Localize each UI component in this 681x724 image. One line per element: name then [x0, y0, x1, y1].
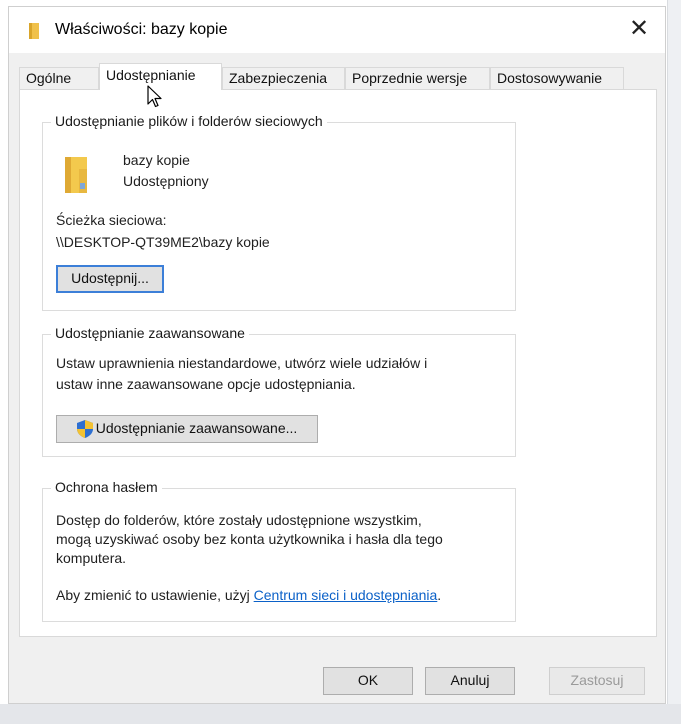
sharing-tab-panel: Udostępnianie plików i folderów sieciowy… — [19, 89, 657, 637]
password-protection-line-1: Dostęp do folderów, które zostały udostę… — [56, 512, 422, 528]
network-sharing-group: Udostępnianie plików i folderów sieciowy… — [42, 113, 516, 311]
change-setting-suffix: . — [437, 587, 442, 603]
tab-strip: Ogólne Udostępnianie Zabezpieczenia Popr… — [19, 63, 659, 90]
change-setting-prefix: Aby zmienić to ustawienie, użyj — [56, 587, 254, 603]
folder-name: bazy kopie — [123, 152, 190, 168]
tab-previous-versions[interactable]: Poprzednie wersje — [345, 67, 490, 89]
apply-button[interactable]: Zastosuj — [549, 667, 645, 695]
change-setting-text: Aby zmienić to ustawienie, użyj Centrum … — [56, 587, 441, 603]
advanced-sharing-description-2: ustaw inne zaawansowane opcje udostępnia… — [56, 376, 356, 392]
password-protection-line-2: mogą uzyskiwać osoby bez konta użytkowni… — [56, 531, 443, 547]
uac-shield-icon — [76, 420, 93, 439]
tab-security[interactable]: Zabezpieczenia — [222, 67, 345, 89]
network-sharing-legend: Udostępnianie plików i folderów sieciowy… — [51, 113, 327, 129]
cancel-button[interactable]: Anuluj — [425, 667, 515, 695]
window-title: Właściwości: bazy kopie — [55, 21, 228, 38]
password-protection-line-3: komputera. — [56, 550, 127, 566]
password-protection-group: Ochrona hasłem Dostęp do folderów, które… — [42, 479, 516, 622]
advanced-sharing-group: Udostępnianie zaawansowane Ustaw uprawni… — [42, 325, 516, 457]
share-status: Udostępniony — [123, 173, 209, 189]
mouse-cursor-icon — [147, 85, 162, 108]
background-window-edge — [667, 0, 681, 724]
network-path-label: Ścieżka sieciowa: — [56, 212, 167, 228]
ok-button[interactable]: OK — [323, 667, 413, 695]
shared-folder-icon — [65, 157, 87, 193]
share-button[interactable]: Udostępnij... — [56, 265, 164, 293]
advanced-sharing-button-label: Udostępnianie zaawansowane... — [95, 420, 298, 436]
network-sharing-center-link[interactable]: Centrum sieci i udostępniania — [254, 587, 438, 603]
advanced-sharing-description-1: Ustaw uprawnienia niestandardowe, utwórz… — [56, 355, 428, 371]
folder-icon — [29, 23, 39, 39]
advanced-sharing-button[interactable]: Udostępnianie zaawansowane... — [56, 415, 318, 443]
background-window-edge-bottom — [0, 704, 681, 724]
password-protection-legend: Ochrona hasłem — [51, 479, 162, 495]
tab-customize[interactable]: Dostosowywanie — [490, 67, 624, 89]
tab-general[interactable]: Ogólne — [19, 67, 99, 89]
close-button[interactable]: ✕ — [617, 11, 661, 47]
properties-dialog: Właściwości: bazy kopie ✕ Ogólne Udostęp… — [8, 6, 666, 704]
network-path-value: \\DESKTOP-QT39ME2\bazy kopie — [56, 234, 270, 250]
close-icon: ✕ — [628, 15, 650, 42]
advanced-sharing-legend: Udostępnianie zaawansowane — [51, 325, 249, 341]
title-bar: Właściwości: bazy kopie ✕ — [9, 7, 665, 53]
